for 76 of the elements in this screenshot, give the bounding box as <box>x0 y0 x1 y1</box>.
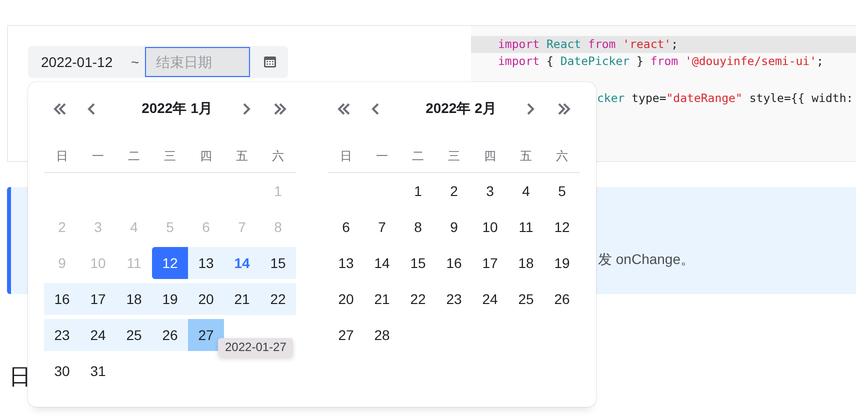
calendar-day[interactable]: 22 <box>400 283 436 315</box>
calendar-day[interactable]: 25 <box>508 283 544 315</box>
double-chevron-right-icon[interactable] <box>272 101 288 117</box>
calendar-day[interactable]: 25 <box>116 319 152 351</box>
weekday-label: 二 <box>127 148 141 164</box>
calendar-day[interactable]: 13 <box>328 247 364 279</box>
calendar-day[interactable]: 4 <box>508 175 544 207</box>
calendar-day[interactable]: 21 <box>224 283 260 315</box>
weekday-label: 五 <box>235 148 249 164</box>
end-date-input[interactable]: 结束日期 <box>145 47 250 77</box>
calendar-day[interactable]: 24 <box>80 319 116 351</box>
calendar-day[interactable]: 12 <box>544 211 580 243</box>
calendar-day[interactable]: 26 <box>544 283 580 315</box>
calendar-day[interactable]: 28 <box>364 319 400 351</box>
calendar-day[interactable]: 30 <box>44 355 80 387</box>
calendar-day[interactable]: 5 <box>544 175 580 207</box>
calendar-day[interactable]: 16 <box>436 247 472 279</box>
weekday-label: 六 <box>271 148 285 164</box>
weekday-label: 二 <box>411 148 425 164</box>
calendar-day[interactable]: 6 <box>328 211 364 243</box>
calendar-day[interactable]: 21 <box>364 283 400 315</box>
calendar-day[interactable]: 19 <box>544 247 580 279</box>
weekday-label: 一 <box>91 148 105 164</box>
calendar-day[interactable]: 9 <box>436 211 472 243</box>
weekday-label: 四 <box>483 148 497 164</box>
calendar-day[interactable]: 18 <box>508 247 544 279</box>
calendar-day[interactable]: 22 <box>260 283 296 315</box>
weekday-label: 三 <box>447 148 461 164</box>
calendar-day[interactable]: 31 <box>80 355 116 387</box>
calendar-day[interactable]: 27 <box>188 319 224 351</box>
calendar-day[interactable]: 23 <box>44 319 80 351</box>
calendar-day[interactable]: 26 <box>152 319 188 351</box>
calendar-day[interactable]: 17 <box>472 247 508 279</box>
calendar-day[interactable]: 3 <box>472 175 508 207</box>
calendar-day[interactable]: 13 <box>188 247 224 279</box>
calendar-day[interactable]: 14 <box>224 247 260 279</box>
date-tooltip: 2022-01-27 <box>218 338 294 357</box>
calendar-day[interactable]: 7 <box>364 211 400 243</box>
calendar-day[interactable]: 1 <box>400 175 436 207</box>
month-title[interactable]: 2022年 2月 <box>400 100 522 118</box>
weekday-label: 日 <box>339 148 353 164</box>
date-range-field[interactable]: 2022-01-12 ~ 结束日期 <box>28 46 288 78</box>
month-title[interactable]: 2022年 1月 <box>116 100 238 118</box>
info-text: 发 onChange。 <box>598 251 695 267</box>
weekday-label: 五 <box>519 148 533 164</box>
calendar-day[interactable]: 8 <box>400 211 436 243</box>
calendar-day[interactable]: 15 <box>260 247 296 279</box>
calendar-day[interactable]: 23 <box>436 283 472 315</box>
weekday-label: 六 <box>555 148 569 164</box>
calendar-day[interactable]: 24 <box>472 283 508 315</box>
section-heading: 日 <box>9 363 32 391</box>
calendar-day[interactable]: 11 <box>508 211 544 243</box>
calendar-day[interactable]: 19 <box>152 283 188 315</box>
calendar-icon[interactable] <box>263 55 277 69</box>
calendar-day[interactable]: 12 <box>152 247 188 279</box>
calendar-day[interactable]: 14 <box>364 247 400 279</box>
calendar-day[interactable]: 10 <box>472 211 508 243</box>
calendar-day[interactable]: 15 <box>400 247 436 279</box>
double-chevron-left-icon[interactable] <box>52 101 68 117</box>
calendar-day[interactable]: 16 <box>44 283 80 315</box>
code-line: cker type="dateRange" style={{ width: <box>596 90 854 107</box>
calendar-day[interactable]: 18 <box>116 283 152 315</box>
calendar-day[interactable]: 20 <box>328 283 364 315</box>
weekday-label: 三 <box>163 148 177 164</box>
double-chevron-right-icon[interactable] <box>556 101 572 117</box>
weekday-label: 日 <box>55 148 69 164</box>
calendar-day[interactable]: 2 <box>436 175 472 207</box>
code-line: import { DatePicker } from '@douyinfe/semi-ui'; <box>497 53 824 70</box>
start-date-value[interactable]: 2022-01-12 <box>41 54 131 70</box>
calendar-day[interactable]: 17 <box>80 283 116 315</box>
calendar-day[interactable]: 27 <box>328 319 364 351</box>
range-separator: ~ <box>131 54 140 70</box>
double-chevron-left-icon[interactable] <box>336 101 352 117</box>
weekday-label: 四 <box>199 148 213 164</box>
calendar-day[interactable]: 20 <box>188 283 224 315</box>
weekday-label: 一 <box>375 148 389 164</box>
